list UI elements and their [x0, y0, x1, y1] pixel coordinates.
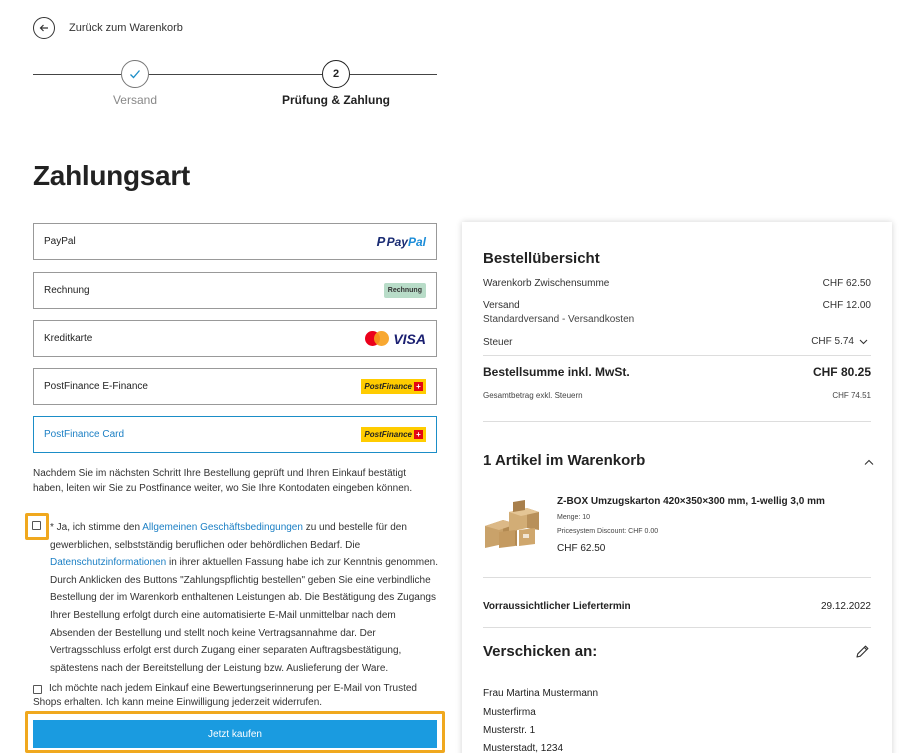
step-versand-label: Versand	[112, 93, 158, 107]
stepper-line	[350, 74, 437, 75]
address-line: Musterfirma	[483, 707, 536, 718]
address-line: Frau Martina Mustermann	[483, 688, 599, 699]
card-logos: VISA	[365, 331, 426, 347]
postfinance-logo: PostFinance +	[361, 379, 426, 394]
shipping-address-title: Verschicken an:	[483, 643, 598, 660]
step-pruefung-zahlung-label: Prüfung & Zahlung	[282, 93, 390, 107]
agb-text-part: * Ja, ich stimme den	[50, 522, 143, 533]
payment-option-rechnung[interactable]: Rechnung Rechnung	[33, 272, 437, 309]
paypal-logo: PPayPal	[377, 234, 426, 249]
net-total-label: Gesamtbetrag exkl. Steuern	[483, 391, 583, 400]
delivery-date-label: Vorraussichtlicher Liefertermin	[483, 601, 631, 612]
arrow-left-icon	[33, 17, 55, 39]
product-discount: Pricesystem Discount: CHF 0.00	[557, 528, 659, 535]
shipping-label: Versand	[483, 300, 520, 311]
chevron-down-icon	[859, 339, 868, 344]
order-summary-title: Bestellübersicht	[483, 250, 600, 267]
privacy-info-link[interactable]: Datenschutzinformationen	[50, 557, 166, 568]
trusted-shops-consent-text: Ich möchte nach jedem Einkauf eine Bewer…	[33, 683, 417, 708]
paypal-logo-text-pay: Pay	[386, 235, 408, 249]
checkmark-icon	[130, 70, 140, 79]
tax-label: Steuer	[483, 337, 513, 348]
step-versand-done[interactable]	[121, 60, 149, 88]
postfinance-cross-icon: +	[414, 382, 423, 391]
product-price: CHF 62.50	[557, 543, 606, 554]
address-line: Musterstr. 1	[483, 725, 536, 736]
postfinance-logo: PostFinance +	[361, 427, 426, 442]
total-value: CHF 80.25	[812, 365, 871, 379]
agb-checkbox[interactable]	[32, 521, 41, 530]
page-title: Zahlungsart	[33, 160, 190, 191]
back-link-label: Zurück zum Warenkorb	[69, 22, 183, 34]
step-pruefung-zahlung-active: 2	[322, 60, 350, 88]
pencil-edit-icon[interactable]	[855, 644, 870, 664]
shipping-value: CHF 12.00	[822, 300, 871, 311]
total-label: Bestellsumme inkl. MwSt.	[483, 365, 630, 379]
subtotal-value: CHF 62.50	[822, 278, 871, 289]
divider	[483, 421, 871, 422]
rechnung-badge: Rechnung	[383, 283, 426, 298]
divider	[483, 355, 871, 356]
payment-option-paypal[interactable]: PayPal PPayPal	[33, 223, 437, 260]
agb-text-part: in ihrer aktuellen Fassung habe ich zur …	[50, 557, 439, 674]
product-name: Z-BOX Umzugskarton 420×350×300 mm, 1-wel…	[557, 496, 825, 507]
product-boxes-image	[485, 500, 539, 548]
postfinance-logo-text: PostFinance	[364, 382, 412, 391]
net-total-value: CHF 74.51	[832, 391, 871, 400]
tax-value: CHF 5.74	[811, 336, 854, 347]
tax-toggle[interactable]: CHF 5.74	[811, 336, 868, 347]
back-to-cart-link[interactable]: Zurück zum Warenkorb	[33, 17, 183, 39]
payment-option-label: PostFinance E-Finance	[44, 381, 148, 392]
cart-items-title: 1 Artikel im Warenkorb	[483, 452, 646, 469]
mastercard-icon	[365, 331, 390, 346]
payment-option-postfinance-card[interactable]: PostFinance Card PostFinance +	[33, 416, 437, 453]
postfinance-cross-icon: +	[414, 430, 423, 439]
payment-option-label: PostFinance Card	[44, 429, 125, 440]
product-quantity: Menge: 10	[557, 514, 591, 521]
chevron-up-icon[interactable]	[864, 453, 874, 471]
shipping-method-text: Standardversand - Versandkosten	[483, 314, 635, 325]
agb-consent-text: * Ja, ich stimme den Allgemeinen Geschäf…	[50, 519, 438, 677]
visa-logo: VISA	[393, 330, 426, 347]
address-line: Musterstadt, 1234	[483, 743, 564, 753]
agb-terms-link[interactable]: Allgemeinen Geschäftsbedingungen	[142, 522, 303, 533]
payment-option-postfinance-efinance[interactable]: PostFinance E-Finance PostFinance +	[33, 368, 437, 405]
divider	[483, 577, 871, 578]
subtotal-label: Warenkorb Zwischensumme	[483, 278, 610, 289]
payment-option-label: Kreditkarte	[44, 333, 93, 344]
payment-option-label: PayPal	[44, 236, 76, 247]
postfinance-logo-text: PostFinance	[364, 430, 412, 439]
stepper-line	[149, 74, 322, 75]
payment-option-kreditkarte[interactable]: Kreditkarte VISA	[33, 320, 437, 357]
buy-now-button[interactable]: Jetzt kaufen	[33, 720, 437, 748]
paypal-logo-text-pal: Pal	[407, 235, 426, 249]
paypal-p-icon: P	[376, 234, 386, 249]
stepper-line	[33, 74, 121, 75]
payment-option-label: Rechnung	[44, 285, 90, 296]
delivery-date-value: 29.12.2022	[820, 601, 871, 612]
divider	[483, 627, 871, 628]
payment-info-text: Nachdem Sie im nächsten Schritt Ihre Bes…	[33, 468, 413, 494]
